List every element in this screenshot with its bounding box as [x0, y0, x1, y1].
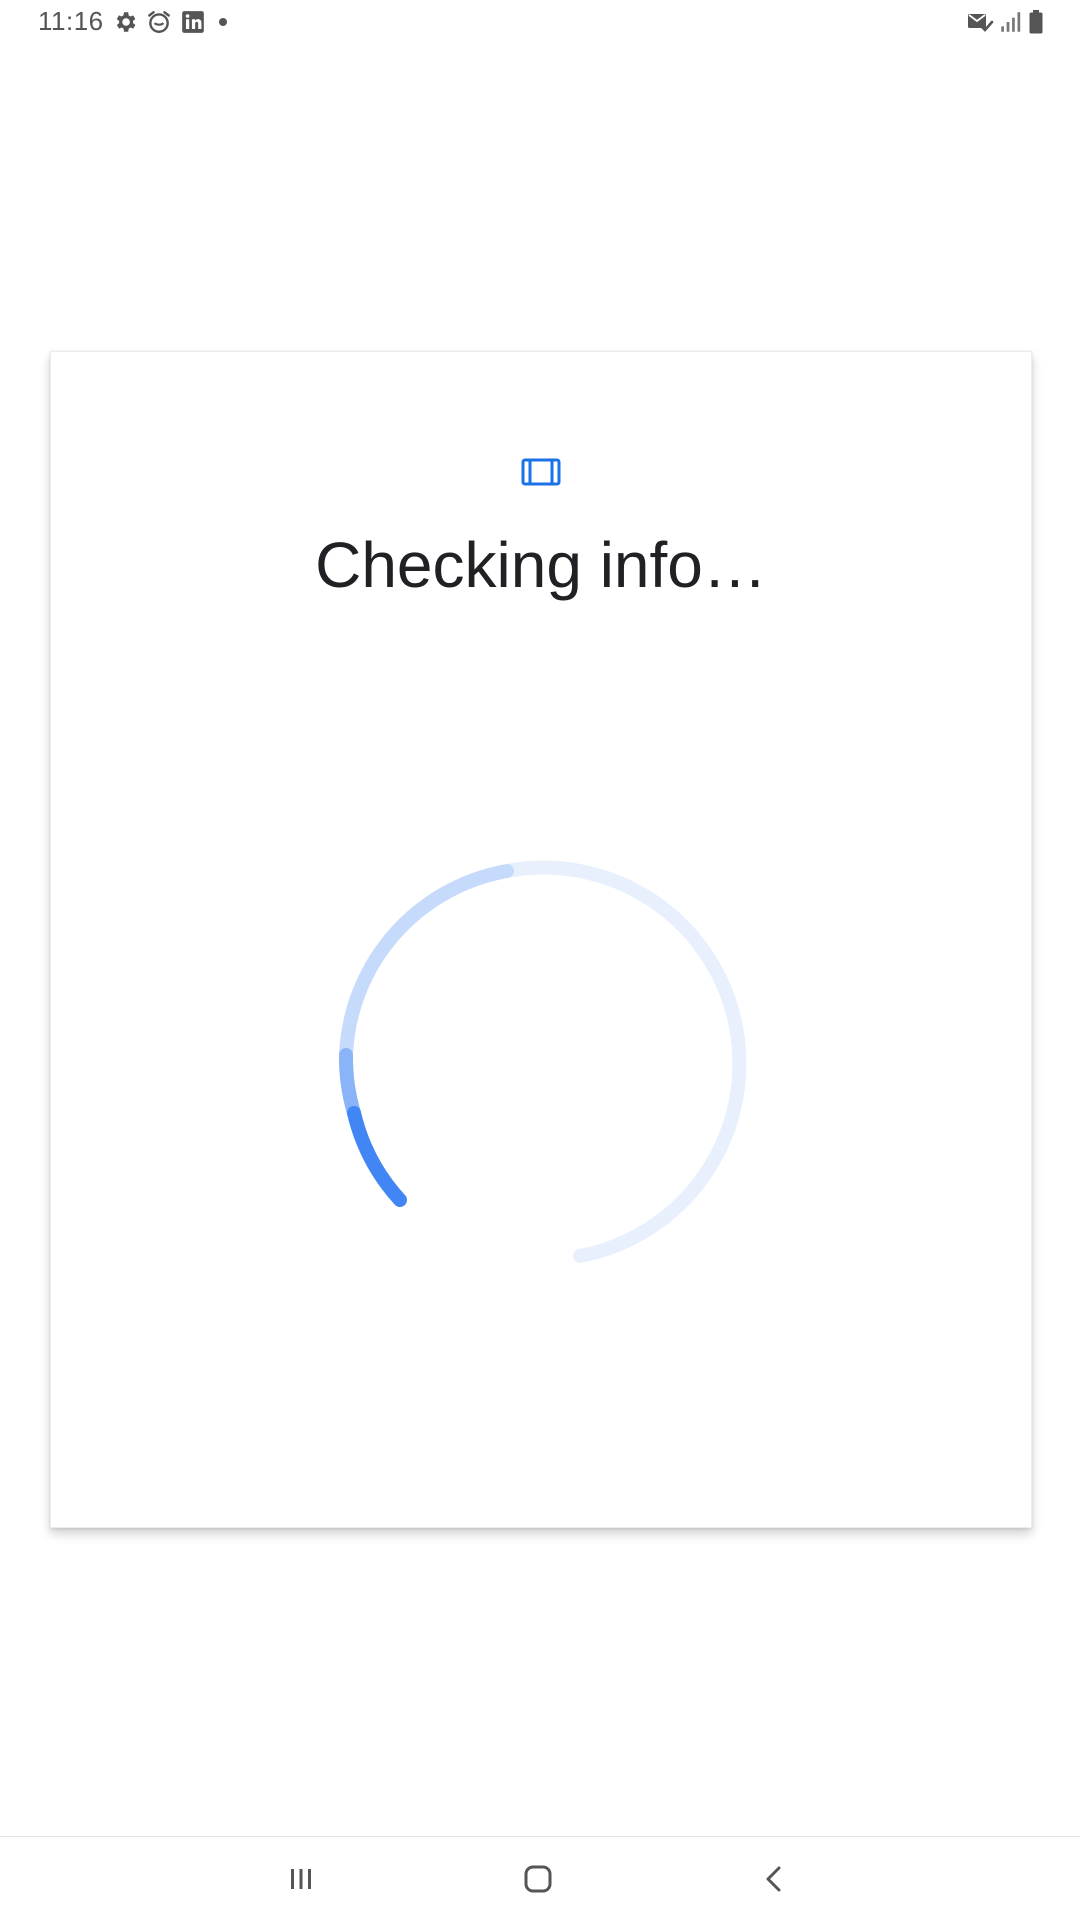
battery-icon — [1028, 9, 1044, 35]
alarm-icon — [146, 9, 172, 35]
card-frame-icon — [521, 456, 561, 488]
back-button[interactable] — [743, 1851, 807, 1907]
spinner-head-arc — [347, 1106, 407, 1207]
card-title: Checking info… — [315, 529, 767, 601]
screen: 11:16 Checking info… — [0, 0, 1080, 1920]
home-button[interactable] — [506, 1851, 570, 1907]
status-bar: 11:16 — [0, 0, 1080, 44]
mail-check-icon — [966, 9, 994, 35]
recent-apps-icon — [285, 1863, 317, 1895]
checking-info-card: Checking info… — [50, 351, 1032, 1528]
spinner-track-arc — [500, 860, 746, 1263]
recent-apps-button[interactable] — [269, 1851, 333, 1907]
back-icon — [759, 1863, 791, 1895]
signal-icon — [998, 9, 1024, 35]
home-icon — [521, 1862, 555, 1896]
status-time: 11:16 — [38, 6, 104, 36]
spinner-trail-arc — [339, 864, 514, 1062]
settings-icon — [112, 9, 138, 35]
navigation-bar — [0, 1836, 1080, 1920]
loading-spinner — [336, 860, 746, 1270]
spinner-mid-arc — [338, 1048, 361, 1120]
more-notifications-dot-icon — [216, 9, 230, 35]
linkedin-icon — [180, 9, 206, 35]
